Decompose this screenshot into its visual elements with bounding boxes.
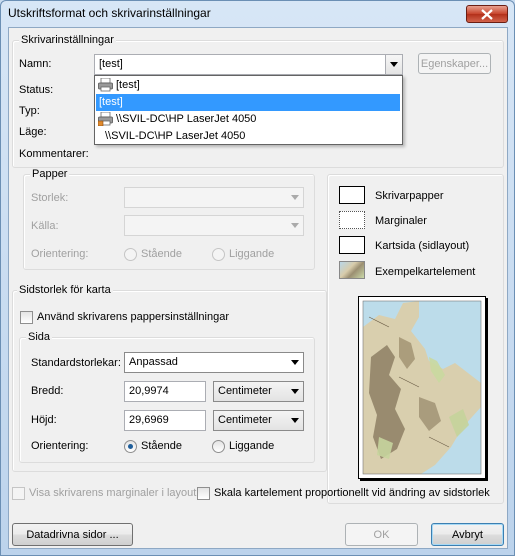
standard-sizes-value: Anpassad (129, 356, 178, 368)
page-group-label: Sida (26, 331, 53, 343)
printer-paper-label: Skrivarpapper (375, 190, 444, 202)
printer-name-value: [test] (99, 58, 123, 70)
paper-portrait-label: Stående (141, 248, 182, 260)
data-driven-pages-button[interactable]: Datadrivna sidor ... (12, 523, 133, 546)
width-unit-select[interactable]: Centimeter (213, 381, 304, 402)
page-label: Kartsida (sidlayout) (375, 240, 470, 252)
cancel-button[interactable]: Avbryt (431, 523, 504, 546)
page-swatch (339, 236, 365, 254)
chevron-down-icon (286, 216, 303, 235)
chevron-down-icon[interactable] (286, 411, 303, 430)
dropdown-item-test-printer[interactable]: [test] (96, 77, 400, 94)
printer-dropdown-list: [test] [test] \\SVIL-DC\HP LaserJet 4050… (94, 75, 403, 145)
printer-name-select[interactable]: [test] (94, 54, 403, 75)
chevron-down-icon (286, 188, 303, 207)
dialog-window: Utskriftsformat och skrivarinställningar… (0, 0, 515, 556)
status-label: Status: (19, 84, 54, 96)
ok-button[interactable]: OK (345, 523, 418, 546)
chevron-down-icon[interactable] (286, 382, 303, 401)
paper-group-label: Papper (30, 168, 70, 180)
properties-button[interactable]: Egenskaper... (418, 53, 491, 74)
printer-paper-swatch (339, 186, 365, 204)
margins-label: Marginaler (375, 215, 427, 227)
paper-portrait-radio[interactable] (124, 248, 137, 261)
page-orientation-label: Orientering: (31, 440, 89, 452)
dropdown-item-network-printer[interactable]: \\SVIL-DC\HP LaserJet 4050 (96, 111, 400, 128)
page-portrait-label: Stående (141, 440, 182, 452)
network-printer-icon (97, 111, 113, 129)
page-landscape-radio[interactable] (212, 440, 225, 453)
height-unit-value: Centimeter (218, 414, 272, 426)
close-button[interactable] (466, 5, 508, 23)
sample-map-swatch (339, 261, 365, 279)
page-landscape-label: Liggande (229, 440, 275, 452)
height-unit-select[interactable]: Centimeter (213, 410, 304, 431)
paper-size-label: Storlek: (31, 192, 69, 204)
standard-sizes-label: Standardstorlekar: (31, 357, 121, 369)
use-printer-settings-checkbox[interactable] (20, 311, 33, 324)
location-label: Läge: (19, 126, 47, 138)
printer-icon (98, 77, 113, 95)
chevron-down-icon[interactable] (286, 353, 303, 372)
dialog-client: Skrivarinställningar Namn: [test] Egensk… (8, 27, 508, 549)
use-printer-settings-label: Använd skrivarens pappersinställningar (37, 311, 229, 323)
paper-landscape-label: Liggande (229, 248, 275, 260)
page-portrait-radio[interactable] (124, 440, 137, 453)
scale-elements-label: Skala kartelement proportionellt vid änd… (214, 487, 490, 499)
dropdown-item-label: \\SVIL-DC\HP LaserJet 4050 (105, 130, 246, 142)
window-title: Utskriftsformat och skrivarinställningar (8, 6, 211, 20)
show-printer-margins-label: Visa skrivarens marginaler i layout (29, 487, 197, 499)
height-label: Höjd: (31, 414, 57, 426)
paper-source-label: Källa: (31, 220, 59, 232)
type-label: Typ: (19, 105, 40, 117)
margins-swatch (339, 211, 365, 229)
paper-orientation-label: Orientering: (31, 248, 89, 260)
map-preview (358, 296, 486, 479)
paper-landscape-radio[interactable] (212, 248, 225, 261)
printer-settings-label: Skrivarinställningar (19, 34, 116, 46)
width-unit-value: Centimeter (218, 385, 272, 397)
height-input[interactable]: 29,6969 (124, 410, 206, 431)
sample-label: Exempelkartelement (375, 266, 476, 278)
paper-size-select[interactable] (124, 187, 304, 208)
paper-source-select[interactable] (124, 215, 304, 236)
map-page-size-label: Sidstorlek för karta (17, 284, 113, 296)
comments-label: Kommentarer: (19, 148, 89, 160)
dropdown-item-test-selected[interactable]: [test] (96, 94, 400, 111)
map-preview-image (362, 300, 482, 475)
show-printer-margins-checkbox[interactable] (12, 487, 25, 500)
standard-sizes-select[interactable]: Anpassad (124, 352, 304, 373)
printer-name-label: Namn: (19, 58, 52, 70)
title-bar[interactable]: Utskriftsformat och skrivarinställningar (1, 1, 514, 27)
dropdown-item-network-printer-2[interactable]: \\SVIL-DC\HP LaserJet 4050 (96, 128, 400, 145)
chevron-down-icon[interactable] (385, 55, 402, 74)
dropdown-item-label: [test] (116, 79, 140, 91)
scale-elements-checkbox[interactable] (197, 487, 210, 500)
width-input[interactable]: 20,9974 (124, 381, 206, 402)
width-label: Bredd: (31, 385, 64, 397)
close-icon (481, 8, 493, 20)
dropdown-item-label: \\SVIL-DC\HP LaserJet 4050 (116, 113, 257, 125)
dropdown-item-label: [test] (99, 96, 123, 108)
